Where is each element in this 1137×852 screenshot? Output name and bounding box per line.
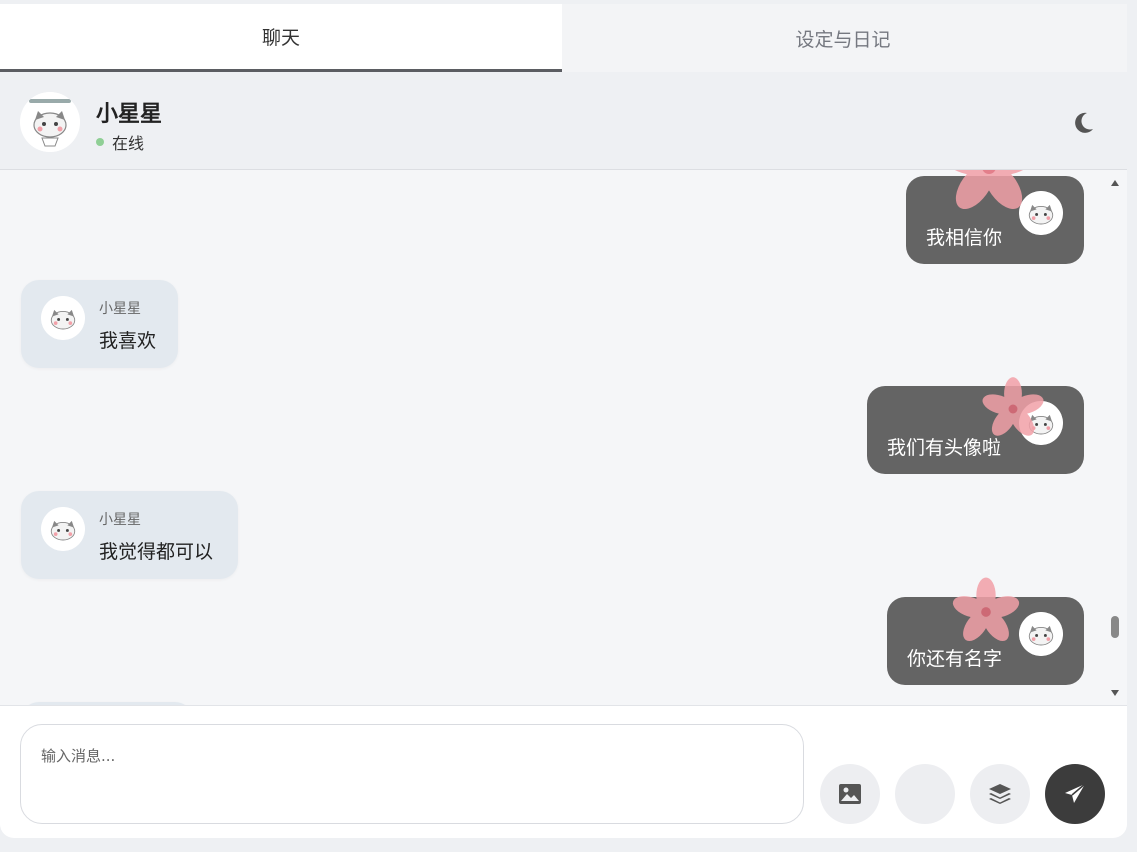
moon-icon[interactable] (1070, 110, 1096, 136)
sakura-decoration-icon (982, 377, 1044, 436)
message-received: 小星星 我觉得都可以 (21, 491, 238, 579)
scroll-up-arrow-icon[interactable] (1111, 180, 1119, 186)
user-avatar (1019, 612, 1063, 656)
sender-name: 小星星 (99, 512, 141, 528)
online-dot-icon (96, 138, 104, 146)
message-received: 小星星 我喜欢 (21, 280, 178, 368)
send-icon (1065, 783, 1086, 803)
chat-window: 聊天 设定与日记 小星星 在线 我相信你 小星星 我喜欢 我们有头像啦 小星星 … (0, 4, 1127, 838)
contact-avatar-small (41, 507, 85, 551)
contact-name: 小星星 (96, 102, 163, 127)
chat-header: 小星星 在线 (0, 72, 1127, 170)
image-icon (839, 784, 861, 804)
message-list[interactable]: 我相信你 小星星 我喜欢 我们有头像啦 小星星 我觉得都可以 你还有名字 (0, 170, 1127, 705)
message-sent: 我们有头像啦 (867, 386, 1084, 474)
image-upload-button[interactable] (820, 764, 880, 824)
tab-bar: 聊天 设定与日记 (0, 4, 1127, 72)
message-text: 我喜欢 (99, 330, 157, 352)
tab-settings-diary[interactable]: 设定与日记 (562, 4, 1124, 72)
contact-avatar-small (41, 296, 85, 340)
sender-name: 小星星 (99, 301, 141, 317)
message-input[interactable] (20, 724, 804, 824)
layers-icon (989, 784, 1011, 804)
message-text: 我相信你 (926, 227, 1003, 249)
scroll-thumb[interactable] (1111, 616, 1119, 638)
scrollbar[interactable] (1108, 170, 1122, 705)
tab-chat[interactable]: 聊天 (0, 4, 562, 72)
status-label: 在线 (112, 134, 145, 153)
send-button[interactable] (1045, 764, 1105, 824)
message-text: 我觉得都可以 (99, 541, 214, 563)
scroll-down-arrow-icon[interactable] (1111, 690, 1119, 696)
blank-action-button[interactable] (895, 764, 955, 824)
sakura-decoration-icon (952, 577, 1020, 642)
online-status: 在线 (96, 130, 144, 154)
contact-avatar[interactable] (20, 92, 80, 152)
composer (0, 705, 1127, 838)
layers-button[interactable] (970, 764, 1030, 824)
sakura-decoration-icon (941, 170, 1037, 210)
